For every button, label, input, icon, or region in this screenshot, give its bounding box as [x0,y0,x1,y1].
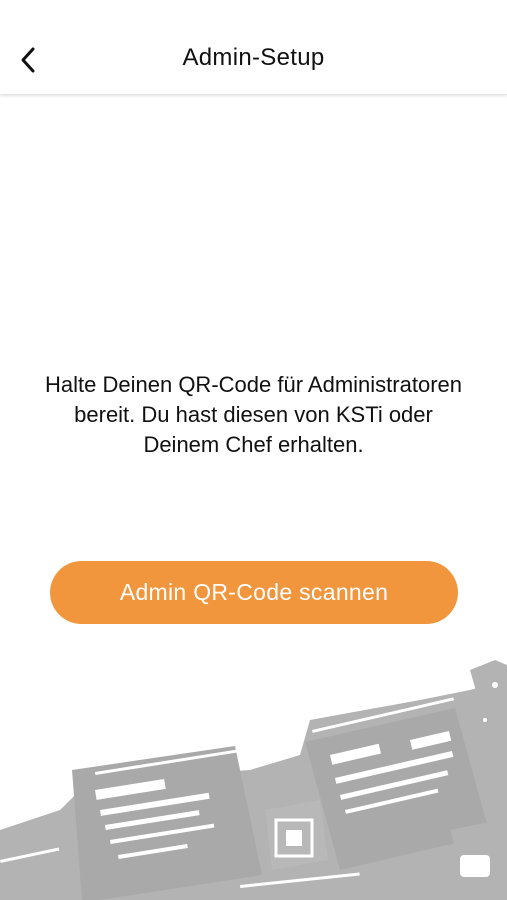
circuit-board-illustration [0,660,507,900]
instruction-text: Halte Deinen QR-Code für Administratoren… [45,372,462,457]
page-title: Admin-Setup [182,44,325,71]
navigation-bar: Admin-Setup [0,0,507,95]
scan-admin-qr-button[interactable]: Admin QR-Code scannen [50,561,458,624]
